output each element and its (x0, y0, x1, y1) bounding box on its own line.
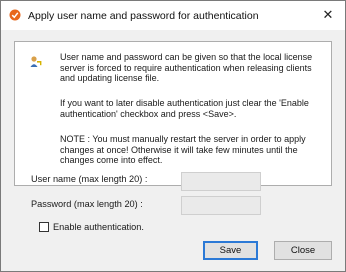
app-logo-icon (9, 9, 21, 21)
dialog-window: Apply user name and password for authent… (0, 0, 346, 272)
window-title: Apply user name and password for authent… (28, 10, 259, 22)
info-paragraph-note: NOTE : You must manually restart the ser… (60, 134, 306, 165)
info-paragraph-usage: User name and password can be given so t… (60, 52, 313, 83)
key-user-icon (29, 55, 43, 69)
info-panel: User name and password can be given so t… (14, 41, 332, 186)
enable-authentication-checkbox[interactable] (39, 222, 49, 232)
close-window-button[interactable]: ✕ (320, 7, 336, 23)
username-field[interactable] (181, 172, 261, 191)
title-bar: Apply user name and password for authent… (1, 1, 345, 30)
password-field[interactable] (181, 196, 261, 215)
save-button[interactable]: Save (203, 241, 258, 260)
username-label: User name (max length 20) : (31, 174, 148, 184)
info-paragraph-disable: If you want to later disable authenticat… (60, 98, 309, 119)
close-button[interactable]: Close (274, 241, 332, 260)
password-label: Password (max length 20) : (31, 199, 143, 209)
enable-authentication-label[interactable]: Enable authentication. (53, 222, 144, 232)
